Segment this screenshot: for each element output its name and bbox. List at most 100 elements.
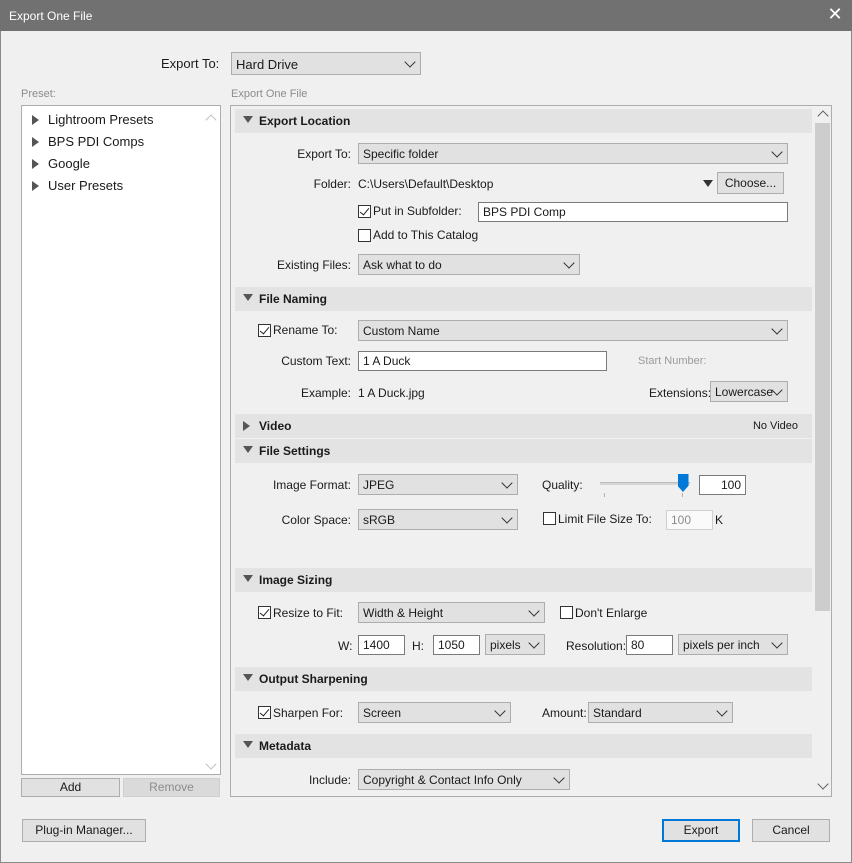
choose-folder-button[interactable]: Choose... xyxy=(717,172,784,194)
rename-value: Custom Name xyxy=(363,324,440,338)
width-label: W: xyxy=(338,639,353,653)
rename-select[interactable]: Custom Name xyxy=(358,320,788,341)
expand-arrow-icon[interactable] xyxy=(32,159,39,169)
title-bar: Export One File ✕ xyxy=(0,0,852,31)
dont-enlarge-checkbox[interactable] xyxy=(560,606,573,619)
preset-list: Lightroom Presets BPS PDI Comps Google U… xyxy=(21,105,221,775)
chevron-down-icon xyxy=(771,322,783,335)
section-header-output-sharpening[interactable]: Output Sharpening xyxy=(235,667,812,691)
folder-path: C:\Users\Default\Desktop xyxy=(358,177,494,191)
sharpen-value: Screen xyxy=(363,706,402,720)
resolution-unit-select[interactable]: pixels per inch xyxy=(678,634,788,655)
expand-arrow-icon[interactable] xyxy=(32,181,39,191)
amount-value: Standard xyxy=(593,706,642,720)
scrollbar-thumb[interactable] xyxy=(815,123,830,611)
include-label: Include: xyxy=(308,773,351,787)
subfolder-checkbox[interactable] xyxy=(358,205,371,218)
scroll-down-icon[interactable] xyxy=(205,758,217,770)
section-header-file-naming[interactable]: File Naming xyxy=(235,287,812,311)
custom-text-input[interactable]: 1 A Duck xyxy=(358,351,607,371)
preset-item-label: Lightroom Presets xyxy=(48,112,154,127)
plugin-manager-button[interactable]: Plug-in Manager... xyxy=(22,819,146,842)
chevron-down-icon xyxy=(528,604,540,617)
quality-slider-track[interactable] xyxy=(600,482,690,485)
start-number-label: Start Number: xyxy=(638,355,707,367)
expand-arrow-icon[interactable] xyxy=(32,137,39,147)
collapse-arrow-icon[interactable] xyxy=(243,116,253,123)
section-title: File Settings xyxy=(259,444,331,458)
limit-size-input[interactable]: 100 xyxy=(666,510,713,530)
example-label: Example: xyxy=(300,386,351,400)
scroll-down-icon[interactable] xyxy=(817,778,829,790)
section-title: File Naming xyxy=(259,292,328,306)
quality-slider-thumb[interactable] xyxy=(677,474,689,492)
image-format-select[interactable]: JPEG xyxy=(358,474,518,495)
size-unit-select[interactable]: pixels xyxy=(485,634,545,655)
resolution-input[interactable]: 80 xyxy=(626,635,673,655)
export-to-location-label: Export To: xyxy=(297,147,351,161)
folder-dropdown-icon[interactable] xyxy=(703,180,713,187)
export-to-location-value: Specific folder xyxy=(363,147,439,161)
chevron-down-icon xyxy=(716,704,728,717)
quality-input[interactable]: 100 xyxy=(699,475,746,495)
height-input[interactable]: 1050 xyxy=(433,635,480,655)
section-header-file-settings[interactable]: File Settings xyxy=(235,439,812,463)
chevron-down-icon xyxy=(494,704,506,717)
sharpen-checkbox[interactable] xyxy=(258,706,271,719)
expand-arrow-icon[interactable] xyxy=(243,421,250,431)
section-header-export-location[interactable]: Export Location xyxy=(235,109,812,133)
add-preset-button[interactable]: Add xyxy=(21,778,120,797)
expand-arrow-icon[interactable] xyxy=(32,115,39,125)
rename-checkbox[interactable] xyxy=(258,324,271,337)
scroll-up-icon[interactable] xyxy=(205,114,217,126)
rename-label: Rename To: xyxy=(273,323,338,337)
scroll-up-icon[interactable] xyxy=(817,110,829,122)
existing-files-select[interactable]: Ask what to do xyxy=(358,254,580,275)
chevron-down-icon xyxy=(771,383,783,396)
resize-value: Width & Height xyxy=(363,606,444,620)
close-icon[interactable]: ✕ xyxy=(826,5,844,23)
collapse-arrow-icon[interactable] xyxy=(243,446,253,453)
resize-select[interactable]: Width & Height xyxy=(358,602,545,623)
chevron-down-icon xyxy=(563,256,575,269)
collapse-arrow-icon[interactable] xyxy=(243,575,253,582)
collapse-arrow-icon[interactable] xyxy=(243,294,253,301)
export-to-location-select[interactable]: Specific folder xyxy=(358,143,788,164)
export-settings-panel: Export Location Export To: Specific fold… xyxy=(230,105,832,797)
width-input[interactable]: 1400 xyxy=(358,635,405,655)
cancel-button[interactable]: Cancel xyxy=(752,819,830,842)
chevron-down-icon xyxy=(771,636,783,649)
color-space-label: Color Space: xyxy=(281,513,351,527)
extensions-select[interactable]: Lowercase xyxy=(710,381,788,402)
vertical-scrollbar[interactable] xyxy=(814,106,831,796)
resize-checkbox[interactable] xyxy=(258,606,271,619)
subfolder-input[interactable]: BPS PDI Comp xyxy=(478,202,788,222)
folder-label: Folder: xyxy=(313,177,351,191)
section-header-image-sizing[interactable]: Image Sizing xyxy=(235,568,812,592)
include-select[interactable]: Copyright & Contact Info Only xyxy=(358,769,570,790)
include-value: Copyright & Contact Info Only xyxy=(363,773,522,787)
color-space-select[interactable]: sRGB xyxy=(358,509,518,530)
chevron-down-icon xyxy=(553,771,565,784)
sharpen-select[interactable]: Screen xyxy=(358,702,511,723)
resolution-unit-value: pixels per inch xyxy=(683,638,760,652)
add-catalog-checkbox[interactable] xyxy=(358,229,371,242)
remove-preset-button[interactable]: Remove xyxy=(123,778,220,797)
collapse-arrow-icon[interactable] xyxy=(243,674,253,681)
section-header-metadata[interactable]: Metadata xyxy=(235,734,812,758)
amount-select[interactable]: Standard xyxy=(588,702,733,723)
extensions-value: Lowercase xyxy=(715,385,774,399)
window-title: Export One File xyxy=(9,9,93,23)
export-to-select[interactable]: Hard Drive xyxy=(231,52,421,75)
dont-enlarge-label: Don't Enlarge xyxy=(575,606,648,620)
section-title: Image Sizing xyxy=(259,573,333,587)
video-status: No Video xyxy=(752,420,798,432)
collapse-arrow-icon[interactable] xyxy=(243,741,253,748)
custom-text-label: Custom Text: xyxy=(281,354,351,368)
section-header-video[interactable]: Video No Video xyxy=(235,414,812,438)
existing-files-value: Ask what to do xyxy=(363,258,442,272)
chevron-down-icon xyxy=(528,636,540,649)
export-button[interactable]: Export xyxy=(662,819,740,842)
limit-size-checkbox[interactable] xyxy=(543,512,556,525)
chevron-down-icon xyxy=(501,476,513,489)
